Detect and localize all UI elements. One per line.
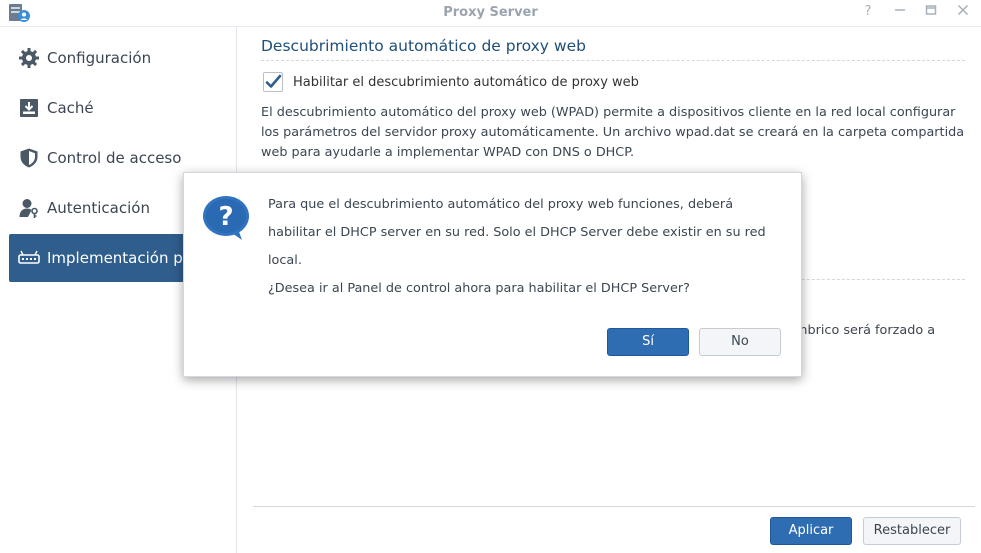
wpad-description: El descubrimiento automático del proxy w… [261,105,965,160]
wpad-enable-label: Habilitar el descubrimiento automático d… [293,74,639,90]
sidebar-item-label: Autenticación [47,199,150,217]
dialog-message: Para que el descubrimiento automático de… [268,197,766,268]
no-button[interactable]: No [699,328,781,356]
sidebar-item-label: Caché [47,99,94,117]
footer-divider [253,506,975,507]
sidebar-item-label: Control de acceso [47,149,182,167]
apply-button[interactable]: Aplicar [770,517,852,545]
router-icon [17,246,41,270]
close-icon[interactable] [955,4,971,20]
sidebar-item-label: Configuración [47,49,152,67]
question-icon: ? [202,195,252,241]
user-key-icon [17,196,41,220]
maximize-icon[interactable] [923,4,939,20]
confirm-dialog: ? Para que el descubrimiento automático … [183,172,802,377]
shield-icon [17,146,41,170]
help-icon[interactable]: ? [860,4,876,20]
section-title: Descubrimiento automático de proxy web [261,37,586,55]
partial-option-text: mbrico será forzado a [795,323,936,338]
svg-text:?: ? [218,202,233,232]
wpad-enable-checkbox[interactable] [263,72,283,92]
gear-icon [17,46,41,70]
wpad-enable-checkbox-row[interactable]: Habilitar el descubrimiento automático d… [263,72,639,92]
download-box-icon [17,96,41,120]
sidebar-item-cache[interactable]: Caché [9,84,235,132]
minimize-icon[interactable] [892,4,908,20]
yes-button[interactable]: Sí [607,328,689,356]
dialog-question: ¿Desea ir al Panel de control ahora para… [268,281,690,296]
window-title: Proxy Server [443,5,538,20]
sidebar-item-configuracion[interactable]: Configuración [9,34,235,82]
title-bar: Proxy Server ? [0,0,981,27]
reset-button[interactable]: Restablecer [863,517,961,545]
section-divider [261,60,965,61]
